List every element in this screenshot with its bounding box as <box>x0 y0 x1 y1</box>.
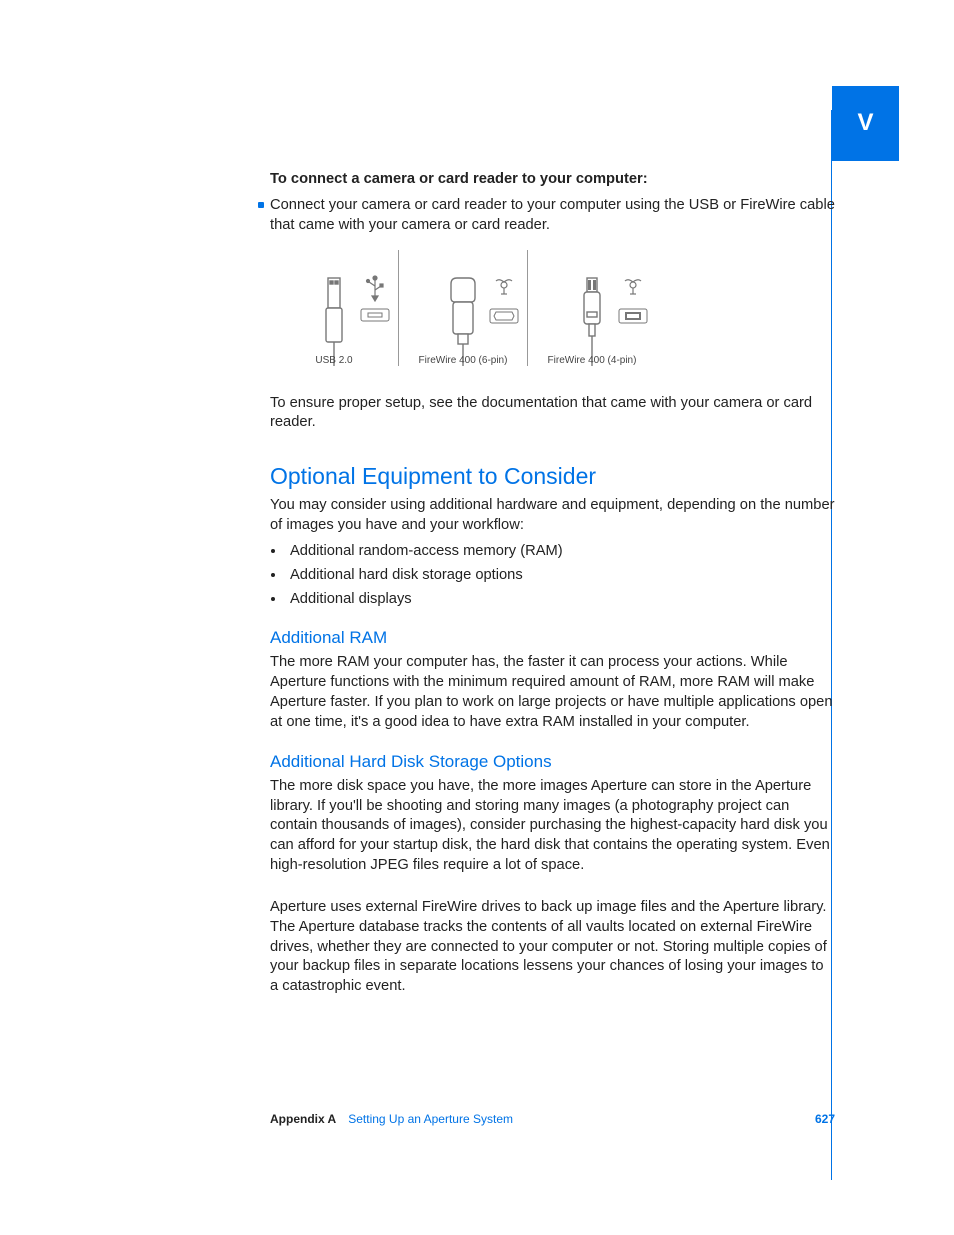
connector-firewire-4pin: FireWire 400 (4-pin) <box>528 250 656 366</box>
ram-body: The more RAM your computer has, the fast… <box>270 653 835 732</box>
tab-letter: V <box>857 107 873 139</box>
post-diagram-text: To ensure proper setup, see the document… <box>270 394 835 434</box>
usb-plug-icon <box>320 276 348 366</box>
firewire6-plug-icon <box>445 276 481 366</box>
firewire-logo-icon <box>622 274 644 296</box>
ram-heading: Additional RAM <box>270 627 835 650</box>
intro-heading: To connect a camera or card reader to yo… <box>270 170 835 190</box>
usb-logo-icon <box>364 274 386 302</box>
firewire-logo-icon <box>493 274 515 296</box>
connector-diagram: USB 2.0 FireWire 4 <box>270 250 835 366</box>
connector-firewire-6pin: FireWire 400 (6-pin) <box>399 250 528 366</box>
section-heading: Optional Equipment to Consider <box>270 461 835 492</box>
hdd-body-1: The more disk space you have, the more i… <box>270 777 835 876</box>
usb-port-icon <box>360 308 390 322</box>
firewire4-port-icon <box>618 308 648 324</box>
firewire4-plug-icon <box>578 276 606 366</box>
bullet-icon <box>258 202 264 208</box>
connector-label: USB 2.0 <box>315 354 352 368</box>
intro-bullet-text: Connect your camera or card reader to yo… <box>270 196 835 236</box>
firewire6-port-icon <box>489 308 519 324</box>
connector-usb: USB 2.0 <box>270 250 399 366</box>
page-footer: Appendix A Setting Up an Aperture System… <box>270 1111 835 1127</box>
hdd-body-2: Aperture uses external FireWire drives t… <box>270 898 835 997</box>
footer-page-number: 627 <box>815 1111 835 1127</box>
equipment-list: Additional random-access memory (RAM) Ad… <box>270 542 835 610</box>
list-item: Additional random-access memory (RAM) <box>286 542 835 562</box>
hdd-heading: Additional Hard Disk Storage Options <box>270 751 835 774</box>
footer-title: Setting Up an Aperture System <box>348 1111 513 1127</box>
page-content: To connect a camera or card reader to yo… <box>270 170 835 1003</box>
connector-label: FireWire 400 (4-pin) <box>548 354 637 368</box>
footer-appendix: Appendix A <box>270 1111 336 1127</box>
section-intro: You may consider using additional hardwa… <box>270 496 835 536</box>
list-item: Additional displays <box>286 590 835 610</box>
list-item: Additional hard disk storage options <box>286 566 835 586</box>
connector-label: FireWire 400 (6-pin) <box>419 354 508 368</box>
section-tab: V <box>832 86 899 161</box>
